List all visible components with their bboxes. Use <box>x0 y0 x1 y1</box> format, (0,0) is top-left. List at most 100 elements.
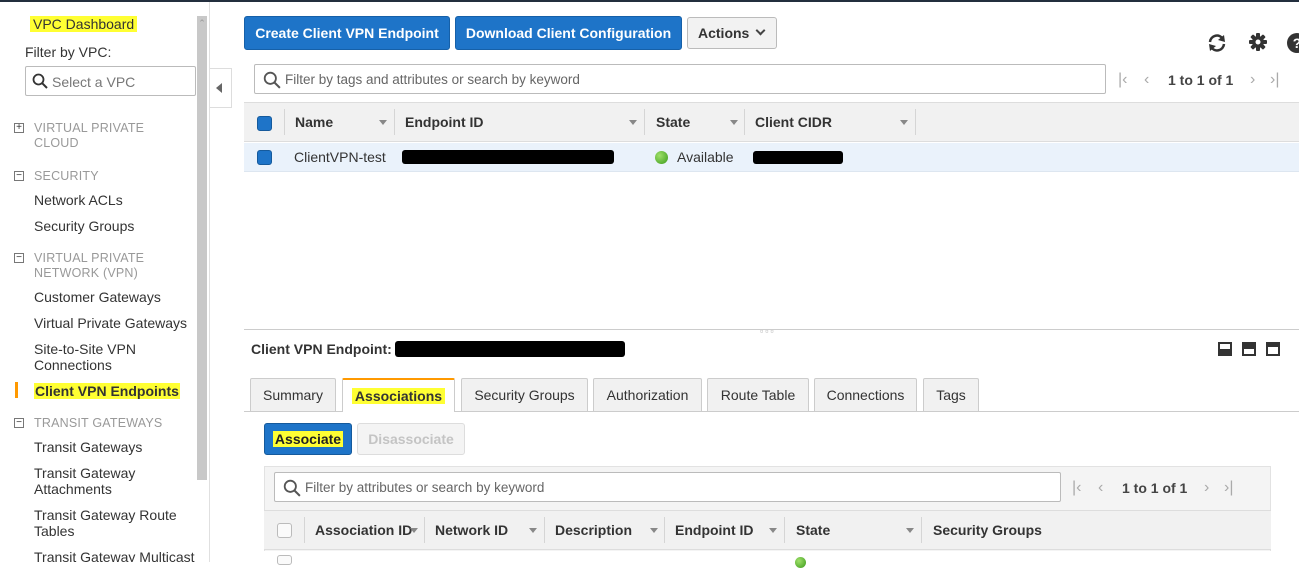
sidebar-item-customer-gateways[interactable]: Customer Gateways <box>34 289 161 305</box>
sidebar-item-label: Connections <box>34 357 112 373</box>
sidebar-item-tg-route-tables[interactable]: Transit Gateway Route Tables <box>34 507 177 539</box>
associate-button[interactable]: Associate <box>264 423 352 455</box>
tab-tags[interactable]: Tags <box>923 378 979 411</box>
last-page-icon[interactable]: ›| <box>1270 71 1279 89</box>
column-header-name[interactable]: Name <box>295 103 333 141</box>
help-icon[interactable]: ? <box>1286 32 1299 54</box>
sort-icon[interactable] <box>730 120 738 125</box>
tab-authorization[interactable]: Authorization <box>593 378 702 411</box>
search-icon <box>283 479 301 497</box>
column-separator <box>544 517 545 543</box>
table-header: Name Endpoint ID State Client CIDR <box>244 102 1299 142</box>
drag-handle-icon[interactable]: ▫▫▫ <box>760 326 776 336</box>
tab-summary[interactable]: Summary <box>250 378 336 411</box>
sidebar-item-security-groups[interactable]: Security Groups <box>34 218 134 234</box>
sidebar-item-tg-attachments[interactable]: Transit Gateway Attachments <box>34 465 135 497</box>
next-page-icon[interactable]: › <box>1250 71 1255 89</box>
sort-icon[interactable] <box>769 528 777 533</box>
layout-top-icon[interactable] <box>1266 342 1280 356</box>
prev-page-icon[interactable]: ‹ <box>1098 479 1103 497</box>
column-separator <box>304 517 305 543</box>
column-separator <box>784 517 785 543</box>
actions-dropdown[interactable]: Actions <box>687 17 777 49</box>
select-all-checkbox[interactable] <box>257 116 272 131</box>
column-separator <box>394 109 395 135</box>
sidebar-item-virtual-private-gateways[interactable]: Virtual Private Gateways <box>34 315 187 331</box>
collapse-icon[interactable]: − <box>14 253 24 263</box>
collapse-icon[interactable]: − <box>14 418 24 428</box>
create-client-vpn-endpoint-button[interactable]: Create Client VPN Endpoint <box>244 16 450 50</box>
sort-icon[interactable] <box>379 120 387 125</box>
column-header-security-groups[interactable]: Security Groups <box>933 511 1042 549</box>
tab-route-table[interactable]: Route Table <box>707 378 809 411</box>
associations-pagination: |‹ ‹ 1 to 1 of 1 › ›| <box>1072 479 1242 499</box>
sort-icon[interactable] <box>410 528 418 533</box>
tab-connections[interactable]: Connections <box>814 378 917 411</box>
sort-icon[interactable] <box>906 528 914 533</box>
sort-icon[interactable] <box>529 528 537 533</box>
cell-state: Available <box>677 149 734 165</box>
disassociate-button: Disassociate <box>357 423 465 455</box>
vpc-dashboard-link[interactable]: VPC Dashboard <box>30 16 138 32</box>
column-separator <box>744 109 745 135</box>
collapse-icon[interactable]: − <box>14 171 24 181</box>
column-separator <box>664 517 665 543</box>
next-page-icon[interactable]: › <box>1204 479 1209 497</box>
sidebar-item-site-to-site-vpn[interactable]: Site-to-Site VPN Connections <box>34 341 136 373</box>
column-separator <box>921 517 922 543</box>
svg-text:?: ? <box>1293 35 1299 51</box>
layout-split-icon[interactable] <box>1242 342 1256 356</box>
expand-icon[interactable]: + <box>14 123 24 133</box>
row-checkbox[interactable] <box>257 150 272 165</box>
column-header-endpoint-id[interactable]: Endpoint ID <box>405 103 484 141</box>
page-count: 1 to 1 of 1 <box>1168 72 1234 88</box>
sort-icon[interactable] <box>650 528 658 533</box>
sidebar-scrollbar[interactable] <box>197 16 207 480</box>
pagination: |‹ ‹ 1 to 1 of 1 › ›| <box>1118 71 1288 91</box>
column-separator <box>284 109 285 135</box>
sidebar-item-label: Site-to-Site VPN <box>34 341 136 357</box>
sidebar-item-label: Attachments <box>34 481 112 497</box>
download-client-configuration-button[interactable]: Download Client Configuration <box>455 16 682 50</box>
column-header-state[interactable]: State <box>656 103 690 141</box>
sidebar-item-client-vpn-endpoints[interactable]: Client VPN Endpoints <box>34 383 180 399</box>
associations-search-input[interactable]: Filter by attributes or search by keywor… <box>274 472 1061 502</box>
section-tgw-label: TRANSIT GATEWAYS <box>34 416 163 430</box>
last-page-icon[interactable]: ›| <box>1224 479 1233 497</box>
sidebar-item-transit-gateways[interactable]: Transit Gateways <box>34 439 142 455</box>
sort-icon[interactable] <box>629 120 637 125</box>
tab-security-groups[interactable]: Security Groups <box>461 378 588 411</box>
chevron-down-icon <box>755 25 766 36</box>
row-checkbox[interactable] <box>277 555 292 565</box>
column-header-description[interactable]: Description <box>555 511 632 549</box>
column-header-state[interactable]: State <box>796 511 830 549</box>
page-count: 1 to 1 of 1 <box>1122 480 1188 496</box>
cell-name: ClientVPN-test <box>294 149 386 165</box>
sidebar-item-tg-multicast[interactable]: Transit Gateway Multicast <box>34 549 195 562</box>
column-separator <box>644 109 645 135</box>
filter-search-input[interactable]: Filter by tags and attributes or search … <box>254 64 1106 94</box>
refresh-icon[interactable] <box>1206 32 1228 54</box>
search-icon <box>32 73 48 89</box>
associated-status-icon <box>795 557 806 568</box>
sidebar-item-label: Transit Gateway <box>34 465 136 481</box>
column-header-endpoint-id[interactable]: Endpoint ID <box>675 511 754 549</box>
prev-page-icon[interactable]: ‹ <box>1144 71 1149 89</box>
column-header-association-id[interactable]: Association ID <box>315 511 412 549</box>
sort-icon[interactable] <box>900 120 908 125</box>
table-row[interactable]: ClientVPN-test Available <box>244 143 1299 172</box>
sidebar-collapse-button[interactable] <box>210 68 232 108</box>
first-page-icon[interactable]: |‹ <box>1072 479 1081 497</box>
first-page-icon[interactable]: |‹ <box>1118 71 1127 89</box>
vpc-select[interactable]: Select a VPC <box>25 66 196 96</box>
column-header-client-cidr[interactable]: Client CIDR <box>755 103 832 141</box>
scroll-up-icon[interactable]: ⌃ <box>196 18 208 29</box>
sidebar-item-network-acls[interactable]: Network ACLs <box>34 192 123 208</box>
gear-icon[interactable] <box>1247 31 1269 53</box>
tab-associations[interactable]: Associations <box>342 378 455 412</box>
column-header-network-id[interactable]: Network ID <box>435 511 508 549</box>
layout-bottom-icon[interactable] <box>1218 342 1232 356</box>
sidebar-item-label: Client VPN Endpoints <box>34 383 180 399</box>
table-row[interactable] <box>264 551 1271 568</box>
select-all-checkbox[interactable] <box>277 523 292 538</box>
